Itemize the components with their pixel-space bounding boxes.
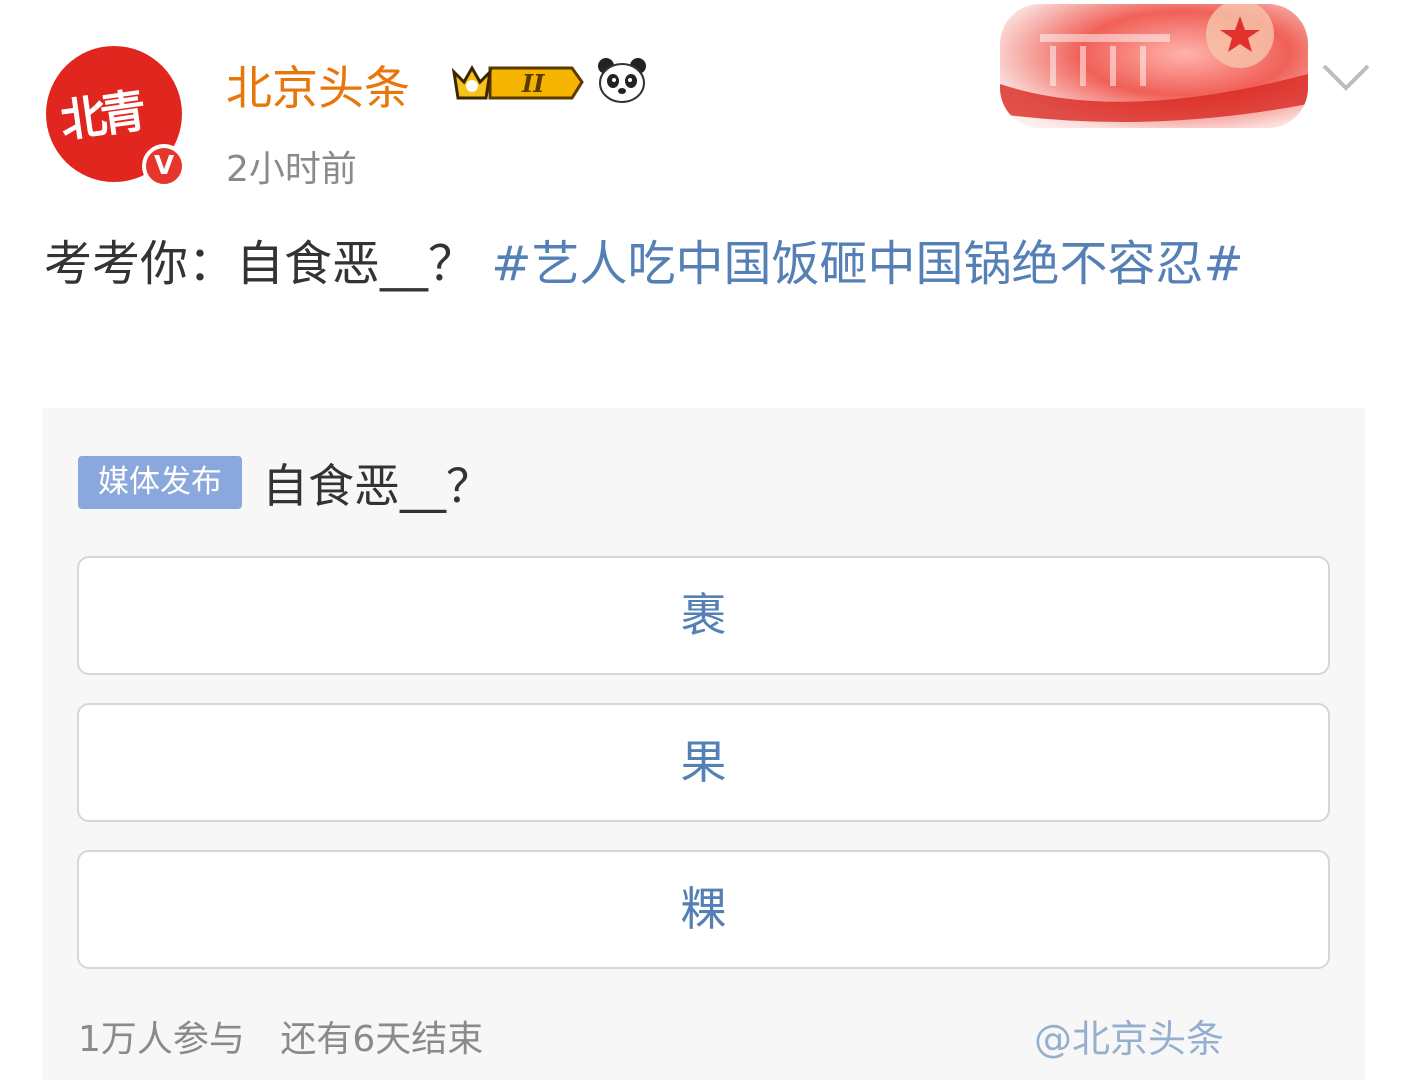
decoration-emblem-icon [1000, 4, 1308, 122]
author-name[interactable]: 北京头条 [226, 52, 410, 118]
post-time: 2小时前 [226, 149, 357, 190]
post-text-body: 考考你：自食恶__？ [44, 236, 477, 292]
panda-icon [598, 58, 646, 103]
poll-question: 自食恶__？ [262, 459, 492, 513]
poll-option-3[interactable]: 粿 [77, 850, 1330, 969]
poll-option-1[interactable]: 裹 [77, 556, 1330, 675]
watermark: @北京头条 [1034, 1017, 1225, 1061]
poll-card: 媒体发布 自食恶__？ 裹 果 粿 1万人参与 还有6天结束 @北京头条 [42, 408, 1365, 1080]
poll-footer: 1万人参与 还有6天结束 [78, 1010, 483, 1062]
post-text: 考考你：自食恶__？ #艺人吃中国饭砸中国锅绝不容忍# [44, 222, 1374, 306]
avatar-logo-text: 北青 [57, 83, 144, 149]
poll-participants: 1万人参与 [78, 1019, 245, 1060]
poll-source-tag: 媒体发布 [78, 456, 242, 509]
crown-level-badge-icon[interactable]: II [450, 60, 584, 104]
chevron-down-icon[interactable] [1318, 56, 1374, 96]
avatar[interactable]: 北青 V [46, 46, 186, 188]
poll-remaining-time: 还有6天结束 [280, 1019, 484, 1060]
badge-level-text: II [521, 69, 545, 98]
header-decoration-image [1000, 4, 1308, 128]
poll-option-2[interactable]: 果 [77, 703, 1330, 822]
topic-link[interactable]: #艺人吃中国饭砸中国锅绝不容忍# [491, 236, 1243, 292]
verified-badge-icon: V [142, 144, 186, 188]
